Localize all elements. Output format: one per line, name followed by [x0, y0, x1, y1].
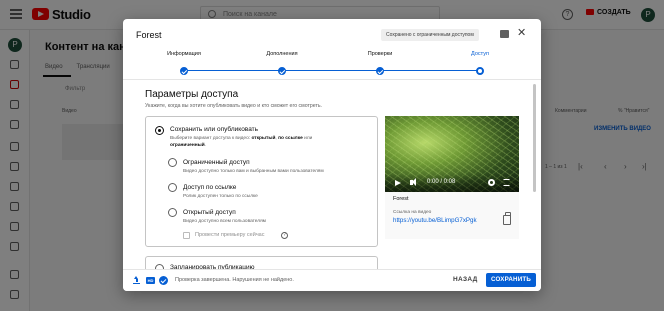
- desc-bold-public: открытый: [251, 136, 276, 141]
- step-checks-label: Проверки: [367, 51, 393, 57]
- stepper-divider: [123, 79, 541, 80]
- step-elements-label: Дополнения: [266, 51, 298, 57]
- video-player[interactable]: 0:00 / 0:08: [385, 116, 519, 192]
- desc-part: Выберите вариант доступа к видео:: [170, 136, 252, 141]
- save-button[interactable]: СОХРАНИТЬ: [486, 273, 536, 287]
- play-icon[interactable]: [395, 180, 401, 186]
- video-link[interactable]: https://youtu.be/BLimpG7xPgk: [393, 217, 477, 224]
- step-visibility[interactable]: Доступ: [440, 49, 520, 75]
- save-or-publish-radio[interactable]: [155, 126, 164, 135]
- unlisted-label: Доступ по ссылке: [183, 184, 237, 191]
- checks-status-text: Проверка завершена. Нарушения не найдено…: [175, 277, 294, 283]
- volume-icon[interactable]: [410, 178, 416, 186]
- premiere-label: Провести премьеру сейчас: [195, 232, 265, 238]
- premiere-checkbox[interactable]: [183, 232, 190, 239]
- dialog-title: Forest: [136, 30, 162, 40]
- player-controls: 0:00 / 0:08: [385, 174, 519, 192]
- stepper-line: [185, 70, 481, 71]
- copy-icon[interactable]: [503, 212, 511, 225]
- step-elements[interactable]: Дополнения: [242, 49, 322, 75]
- dialog-footer: HD Проверка завершена. Нарушения не найд…: [123, 269, 541, 291]
- dialog-scrollbar[interactable]: [533, 84, 536, 192]
- step-details-label: Информация: [167, 51, 201, 57]
- step-complete-icon: [180, 67, 188, 75]
- hd-icon[interactable]: HD: [146, 277, 155, 284]
- private-desc: Видео доступно только вам и выбранным ва…: [183, 169, 324, 174]
- save-or-publish-label: Сохранить или опубликовать: [170, 126, 259, 133]
- desc-bold-unlisted: по ссылке: [278, 136, 303, 141]
- visibility-section-desc: Укажите, когда вы хотите опубликовать ви…: [145, 103, 322, 109]
- video-preview-card: 0:00 / 0:08 Forest Ссылка на видео https…: [385, 116, 519, 239]
- desc-bold-private: ограниченный: [170, 142, 205, 148]
- step-complete-icon: [278, 67, 286, 75]
- feedback-icon[interactable]: [500, 30, 509, 38]
- private-radio[interactable]: [168, 158, 177, 167]
- back-button[interactable]: НАЗАД: [453, 276, 478, 283]
- save-or-publish-desc: Выберите вариант доступа к видео: открыт…: [170, 136, 370, 149]
- visibility-section-title: Параметры доступа: [145, 89, 239, 100]
- unlisted-desc: Ролик доступен только по ссылке: [183, 194, 258, 199]
- private-label: Ограниченный доступ: [183, 159, 250, 166]
- public-desc: Видео доступно всем пользователям: [183, 219, 266, 224]
- player-time: 0:00 / 0:08: [427, 179, 456, 185]
- upload-dialog: Forest Сохранено с ограниченным доступом…: [123, 19, 541, 291]
- info-icon[interactable]: ?: [281, 232, 288, 239]
- upload-stepper: Информация Дополнения Проверки Доступ: [123, 49, 541, 77]
- video-link-label: Ссылка на видео: [393, 210, 432, 215]
- preview-video-name: Forest: [393, 196, 409, 202]
- desc-part: или: [302, 136, 313, 141]
- step-current-icon: [476, 67, 484, 75]
- check-icon[interactable]: [159, 276, 168, 285]
- public-label: Открытый доступ: [183, 209, 236, 216]
- gear-icon[interactable]: [488, 179, 495, 186]
- step-details[interactable]: Информация: [144, 49, 224, 75]
- save-or-publish-card: Сохранить или опубликовать Выберите вари…: [145, 116, 378, 247]
- upload-icon[interactable]: [133, 276, 140, 284]
- saved-status-badge: Сохранено с ограниченным доступом: [381, 29, 479, 41]
- step-checks[interactable]: Проверки: [340, 49, 420, 75]
- unlisted-radio[interactable]: [168, 183, 177, 192]
- step-visibility-label: Доступ: [471, 51, 489, 57]
- public-radio[interactable]: [168, 208, 177, 217]
- close-icon[interactable]: ✕: [517, 27, 526, 39]
- fullscreen-icon[interactable]: [503, 179, 510, 186]
- desc-part: .: [204, 142, 207, 148]
- step-complete-icon: [376, 67, 384, 75]
